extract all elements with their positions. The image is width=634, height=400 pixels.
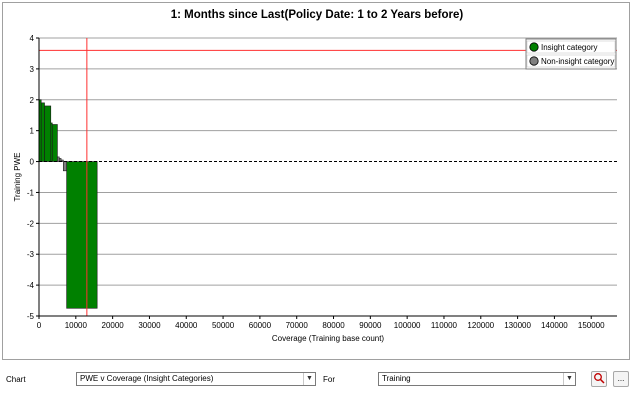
magnifier-icon <box>594 373 605 384</box>
chevron-down-icon[interactable]: ▼ <box>563 373 575 385</box>
y-tick-label: -4 <box>27 281 35 290</box>
for-label: For <box>323 375 335 384</box>
x-tick-label: 70000 <box>286 321 309 330</box>
y-tick-label: -1 <box>27 188 35 197</box>
chart-type-select[interactable]: PWE v Coverage (Insight Categories) ▼ <box>76 372 316 386</box>
legend-swatch <box>529 42 539 52</box>
dataset-select[interactable]: Training ▼ <box>378 372 576 386</box>
x-axis-label: Coverage (Training base count) <box>272 334 385 343</box>
x-tick-label: 30000 <box>138 321 161 330</box>
bar[interactable] <box>51 124 58 162</box>
x-tick-label: 110000 <box>431 321 458 330</box>
x-tick-label: 140000 <box>541 321 568 330</box>
x-tick-label: 150000 <box>578 321 605 330</box>
dataset-value: Training <box>382 374 411 383</box>
y-tick-label: 0 <box>30 158 35 167</box>
x-tick-label: 90000 <box>359 321 382 330</box>
x-tick-label: 10000 <box>65 321 88 330</box>
x-tick-label: 130000 <box>504 321 531 330</box>
legend-label: Insight category <box>541 43 597 52</box>
controls-bar: Chart PWE v Coverage (Insight Categories… <box>0 362 634 400</box>
y-axis-label: Training PWE <box>13 152 22 201</box>
x-tick-label: 0 <box>37 321 42 330</box>
x-tick-label: 60000 <box>249 321 272 330</box>
plot-area: 43210-1-2-3-4-50 10000 20000 30000 40000 5000… <box>13 34 617 343</box>
y-tick-label: -3 <box>27 250 35 259</box>
x-tick-label: 80000 <box>322 321 345 330</box>
bar[interactable] <box>40 102 45 162</box>
y-tick-label: 2 <box>30 96 35 105</box>
y-tick-label: -5 <box>27 312 35 321</box>
y-tick-label: 3 <box>30 65 35 74</box>
bar[interactable] <box>62 161 67 172</box>
x-tick-label: 20000 <box>102 321 125 330</box>
chart-type-value: PWE v Coverage (Insight Categories) <box>80 374 214 383</box>
x-tick-label: 40000 <box>175 321 198 330</box>
chart-selector-label: Chart <box>6 375 26 384</box>
y-tick-label: 4 <box>30 34 35 43</box>
legend-label: Non-insight category <box>541 57 614 66</box>
more-options-button[interactable]: ... <box>613 371 629 387</box>
chevron-down-icon[interactable]: ▼ <box>303 373 315 385</box>
x-tick-label: 120000 <box>467 321 494 330</box>
y-tick-label: -2 <box>27 219 35 228</box>
legend-swatch <box>529 56 539 66</box>
y-tick-label: 1 <box>30 127 35 136</box>
bar[interactable] <box>44 105 52 162</box>
x-tick-label: 100000 <box>394 321 421 330</box>
x-tick-label: 50000 <box>212 321 235 330</box>
bar[interactable] <box>66 161 98 309</box>
zoom-button[interactable] <box>591 371 607 387</box>
